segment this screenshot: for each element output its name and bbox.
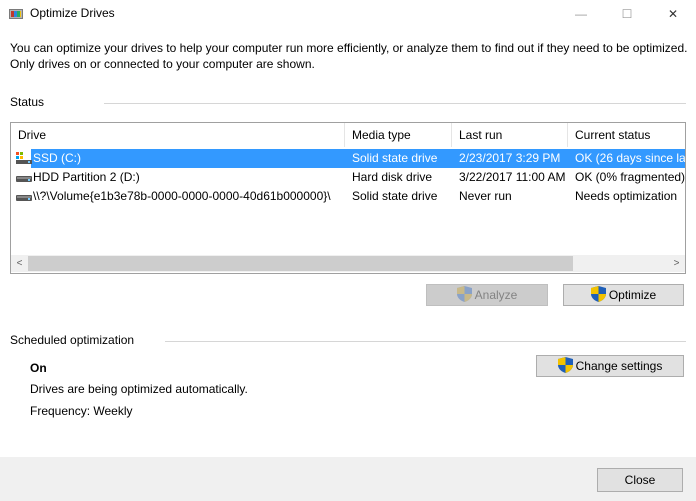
drive-name: \\?\Volume{e1b3e78b-0000-0000-0000-40d61… [33,189,331,203]
column-header-drive[interactable]: Drive [11,123,345,147]
scrollbar-thumb[interactable] [28,256,573,271]
volume-drive-icon [16,190,32,202]
change-settings-button[interactable]: Change settings [536,355,684,377]
column-header-last-run[interactable]: Last run [452,123,568,147]
uac-shield-icon [557,356,573,376]
optimize-button[interactable]: Optimize [563,284,684,306]
status-section-title: Status [10,95,45,109]
uac-shield-icon [456,285,472,305]
drive-current-status: OK (0% fragmented) [575,170,685,184]
optimize-label: Optimize [608,288,657,302]
dialog-footer [0,457,696,501]
drive-media-type: Solid state drive [352,189,438,203]
minimize-button[interactable]: — [558,0,604,28]
schedule-frequency: Frequency: Weekly [30,404,133,418]
drive-media-type: Hard disk drive [352,170,433,184]
optimize-drives-app-icon [8,6,24,22]
drive-list[interactable]: Drive Media type Last run Current status… [10,122,686,274]
drive-current-status: Needs optimization [575,189,678,203]
scheduled-optimization-title: Scheduled optimization [10,333,135,347]
window-title: Optimize Drives [30,6,115,20]
title-bar: Optimize Drives — ☐ ✕ [0,0,696,28]
drive-current-status: OK (26 days since las [575,151,685,165]
schedule-description: Drives are being optimized automatically… [30,382,248,396]
scroll-left-button[interactable]: < [11,255,28,272]
section-divider [165,341,686,342]
analyze-button[interactable]: Analyze [426,284,548,306]
schedule-state: On [30,361,47,375]
drive-last-run: Never run [459,189,512,203]
maximize-button[interactable]: ☐ [604,0,650,28]
horizontal-scrollbar[interactable]: < > [11,255,685,272]
ssd-drive-icon [16,152,32,164]
analyze-label: Analyze [474,288,518,302]
scroll-right-button[interactable]: > [668,255,685,272]
uac-shield-icon [590,285,606,305]
hdd-drive-icon [16,171,32,183]
drive-row[interactable]: \\?\Volume{e1b3e78b-0000-0000-0000-40d61… [11,187,685,206]
drive-name: HDD Partition 2 (D:) [33,170,140,184]
section-divider [104,103,686,104]
drive-row[interactable]: SSD (C:) Solid state drive 2/23/2017 3:2… [11,149,685,168]
close-button[interactable]: Close [597,468,683,492]
drive-media-type: Solid state drive [352,151,438,165]
change-settings-label: Change settings [575,359,663,373]
drive-last-run: 3/22/2017 11:00 AM [459,170,566,184]
drive-row[interactable]: HDD Partition 2 (D:) Hard disk drive 3/2… [11,168,685,187]
drive-last-run: 2/23/2017 3:29 PM [459,151,561,165]
drive-name: SSD (C:) [33,151,81,165]
intro-text: You can optimize your drives to help you… [10,41,688,71]
close-window-button[interactable]: ✕ [650,0,696,28]
column-header-media-type[interactable]: Media type [345,123,452,147]
column-header-current-status[interactable]: Current status [568,123,685,147]
